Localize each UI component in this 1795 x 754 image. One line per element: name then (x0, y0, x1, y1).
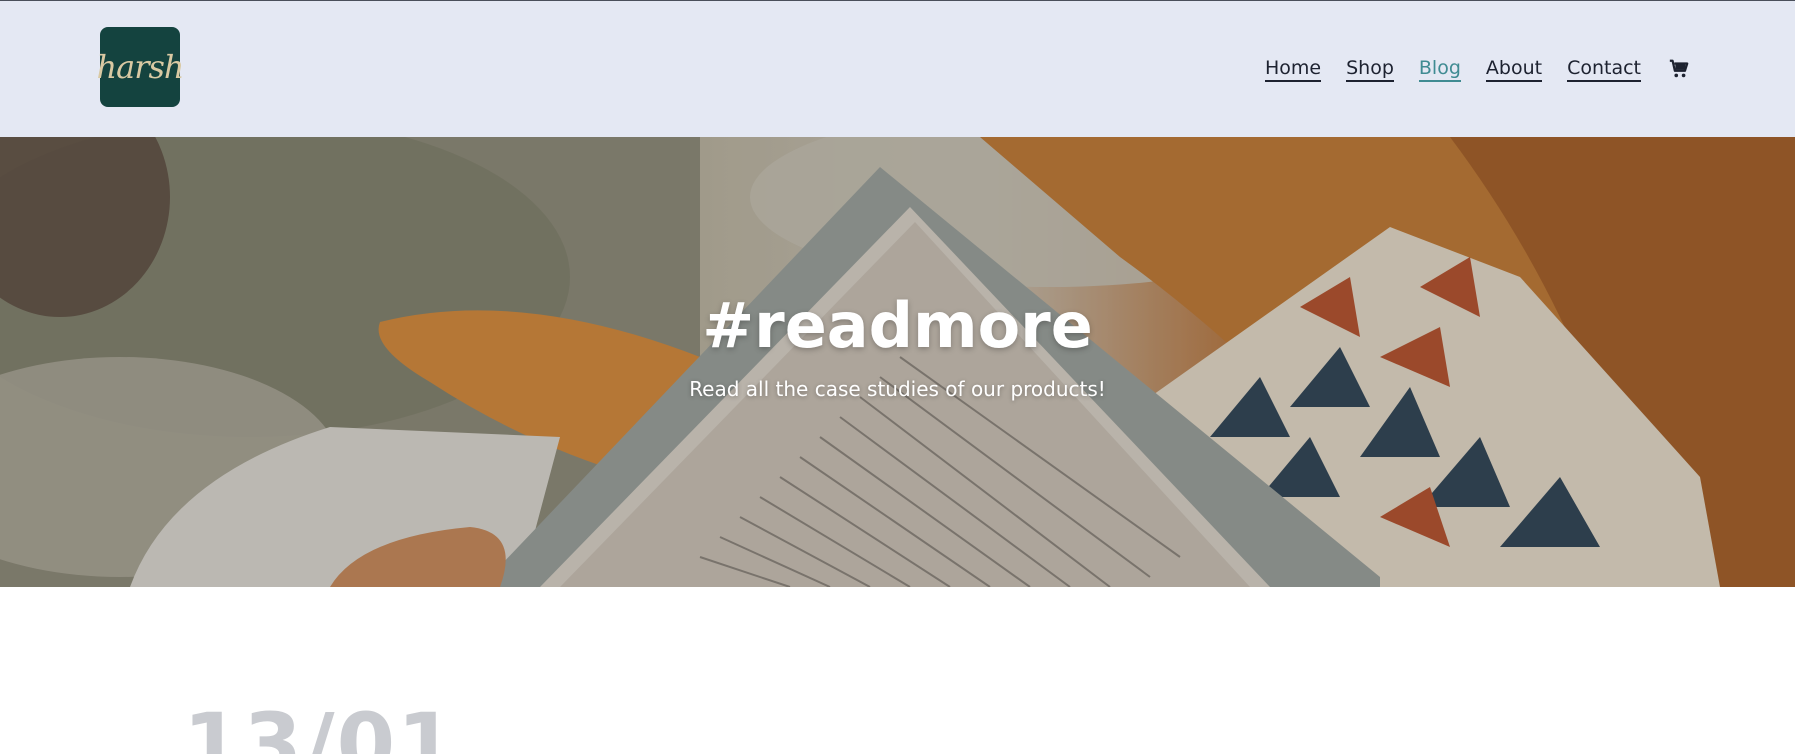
nav-contact[interactable]: Contact (1567, 57, 1641, 82)
logo-text: harsh (96, 48, 185, 86)
hero-title: #readmore (702, 289, 1093, 362)
hero-banner: #readmore Read all the case studies of o… (0, 137, 1795, 587)
nav-about[interactable]: About (1485, 57, 1543, 82)
site-logo[interactable]: harsh (97, 27, 185, 107)
nav-shop[interactable]: Shop (1346, 57, 1394, 82)
nav-home[interactable]: Home (1264, 57, 1322, 82)
post-date: 13/01 (183, 695, 458, 754)
cart-icon[interactable] (1668, 58, 1690, 80)
hero-overlay (0, 137, 1795, 587)
nav-blog[interactable]: Blog (1418, 57, 1461, 82)
main-nav: Home Shop Blog About Contact (1264, 55, 1690, 83)
hero-subtitle: Read all the case studies of our product… (689, 377, 1106, 401)
site-header: harsh Home Shop Blog About Contact (0, 0, 1795, 137)
